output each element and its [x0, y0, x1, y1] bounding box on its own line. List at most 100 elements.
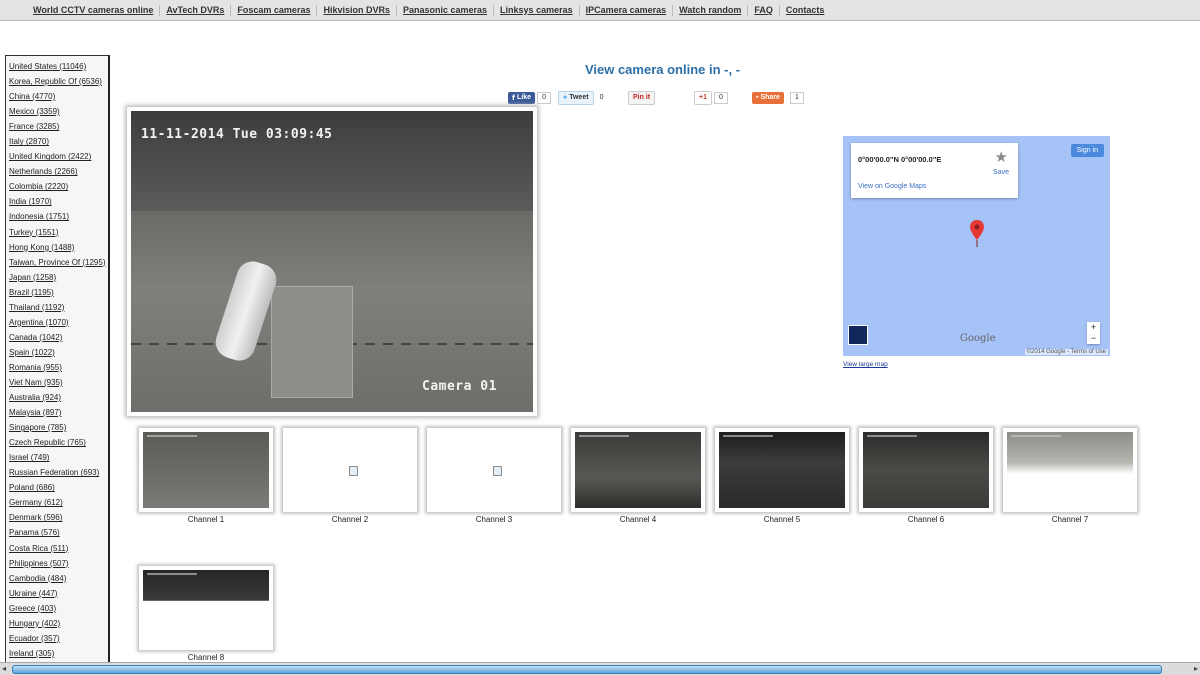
nav-foscam[interactable]: Foscam cameras [231, 4, 318, 16]
map-sign-in-button[interactable]: Sign in [1070, 144, 1104, 157]
country-link[interactable]: United Kingdom (2422) [9, 149, 108, 164]
channel-thumbnail[interactable]: Channel 1 [139, 428, 273, 524]
map-coordinates: 0°00'00.0"N 0°00'00.0"E [858, 155, 942, 164]
country-link[interactable]: Costa Rica (511) [9, 541, 108, 556]
scroll-right-arrow-icon[interactable]: ▸ [1194, 664, 1198, 673]
share-label: Share [760, 94, 780, 101]
facebook-like-count: 0 [537, 91, 551, 104]
nav-avtech[interactable]: AvTech DVRs [160, 4, 232, 16]
country-link[interactable]: Romania (955) [9, 360, 108, 375]
nav-contacts[interactable]: Contacts [780, 5, 831, 16]
map-pin-icon[interactable] [970, 220, 984, 253]
country-link[interactable]: Ukraine (447) [9, 586, 108, 601]
scroll-left-arrow-icon[interactable]: ◂ [2, 664, 6, 673]
channel-label: Channel 1 [187, 515, 225, 524]
map-save-link[interactable]: Save [993, 169, 1009, 176]
country-link[interactable]: United States (11046) [9, 59, 108, 74]
broken-image-icon [349, 466, 358, 476]
channel-thumbnail[interactable]: Channel 6 [859, 428, 993, 524]
channel-thumbnail-image [719, 432, 845, 508]
nav-hikvision[interactable]: Hikvision DVRs [317, 4, 397, 16]
country-link[interactable]: Spain (1022) [9, 345, 108, 360]
scrollbar-thumb[interactable] [12, 665, 1162, 674]
country-link[interactable]: Hong Kong (1488) [9, 240, 108, 255]
facebook-like[interactable]: f Like 0 [508, 91, 551, 104]
channel-thumbnail[interactable]: Channel 7 [1003, 428, 1137, 524]
country-link[interactable]: Denmark (596) [9, 510, 108, 525]
country-link[interactable]: Poland (686) [9, 480, 108, 495]
channel-thumbnail[interactable]: Channel 2 [283, 428, 417, 524]
nav-linksys[interactable]: Linksys cameras [494, 4, 580, 16]
country-link[interactable]: Turkey (1551) [9, 225, 108, 240]
zoom-in-button[interactable]: + [1087, 322, 1100, 333]
facebook-like-button[interactable]: f Like [508, 91, 536, 104]
tweet-count: 0 [595, 92, 608, 103]
twitter-tweet[interactable]: ● Tweet 0 [558, 90, 608, 105]
country-link[interactable]: Philippines (507) [9, 556, 108, 571]
country-link[interactable]: Malaysia (897) [9, 405, 108, 420]
google-map[interactable]: 0°00'00.0"N 0°00'00.0"E View on Google M… [843, 136, 1110, 356]
country-link[interactable]: Brazil (1195) [9, 285, 108, 300]
nav-world-cctv[interactable]: World CCTV cameras online [27, 4, 161, 16]
pin-it-button[interactable]: Pin it [628, 90, 656, 105]
nav-ipcamera[interactable]: IPCamera cameras [580, 4, 674, 16]
pinterest-pin[interactable]: Pin it [628, 90, 656, 105]
country-link[interactable]: Mexico (3359) [9, 104, 108, 119]
country-link[interactable]: Czech Republic (765) [9, 435, 108, 450]
country-link[interactable]: Colombia (2220) [9, 179, 108, 194]
tweet-button[interactable]: ● Tweet [558, 90, 594, 105]
country-link[interactable]: Ireland (305) [9, 646, 108, 661]
horizontal-scrollbar[interactable]: ◂ ▸ [0, 662, 1200, 675]
google-plus-one[interactable]: +1 0 [694, 90, 728, 105]
map-satellite-toggle[interactable] [848, 325, 868, 345]
nav-panasonic[interactable]: Panasonic cameras [397, 4, 495, 16]
share-widget[interactable]: ▪ Share 1 [752, 91, 804, 104]
country-link[interactable]: Netherlands (2266) [9, 164, 108, 179]
country-link[interactable]: Russian Federation (693) [9, 465, 108, 480]
country-link[interactable]: Korea, Republic Of (6536) [9, 74, 108, 89]
country-link[interactable]: Indonesia (1751) [9, 209, 108, 224]
country-link[interactable]: Argentina (1070) [9, 315, 108, 330]
country-link[interactable]: Hungary (402) [9, 616, 108, 631]
view-large-map-link[interactable]: View large map [843, 361, 888, 368]
nav-watch-random[interactable]: Watch random [673, 4, 749, 16]
country-link[interactable]: Greece (403) [9, 601, 108, 616]
star-icon[interactable]: ★ [995, 148, 1008, 166]
broken-image-icon [493, 466, 502, 476]
country-link[interactable]: France (3285) [9, 119, 108, 134]
channel-label: Channel 7 [1051, 515, 1089, 524]
country-link[interactable]: China (4770) [9, 89, 108, 104]
thumbnail-osd-timestamp [579, 435, 629, 437]
channel-thumbnail[interactable]: Channel 3 [427, 428, 561, 524]
channel-thumbnail[interactable]: Channel 8 [139, 566, 273, 662]
country-link[interactable]: Viet Nam (935) [9, 375, 108, 390]
country-link[interactable]: Thailand (1192) [9, 300, 108, 315]
zoom-out-button[interactable]: − [1087, 333, 1100, 344]
country-link[interactable]: India (1970) [9, 194, 108, 209]
country-link[interactable]: Ecuador (357) [9, 631, 108, 646]
channel-thumbnail[interactable]: Channel 4 [571, 428, 705, 524]
thumbnail-osd-timestamp [147, 573, 197, 575]
channel-thumbnail-image [575, 432, 701, 508]
google-plus-button[interactable]: +1 [694, 90, 712, 105]
country-link[interactable]: Taiwan, Province Of (1295) [9, 255, 108, 270]
country-link[interactable]: Panama (576) [9, 525, 108, 540]
channel-thumbnail[interactable]: Channel 5 [715, 428, 849, 524]
nav-faq[interactable]: FAQ [748, 4, 780, 16]
main-camera-view[interactable]: 11-11-2014 Tue 03:09:45 Camera 01 [127, 107, 537, 416]
view-on-google-maps-link[interactable]: View on Google Maps [858, 183, 926, 190]
country-link[interactable]: Japan (1258) [9, 270, 108, 285]
feed-wall [131, 111, 533, 211]
country-link[interactable]: Cambodia (484) [9, 571, 108, 586]
country-link[interactable]: Germany (612) [9, 495, 108, 510]
country-link[interactable]: Italy (2870) [9, 134, 108, 149]
camera-feed-image: 11-11-2014 Tue 03:09:45 Camera 01 [131, 111, 533, 412]
country-link[interactable]: Canada (1042) [9, 330, 108, 345]
country-link[interactable]: Australia (924) [9, 390, 108, 405]
google-plus-label: +1 [699, 94, 707, 101]
google-logo: Google [960, 333, 996, 344]
channel-thumbnail-image [143, 432, 269, 508]
country-link[interactable]: Singapore (785) [9, 420, 108, 435]
share-button[interactable]: ▪ Share [752, 91, 784, 104]
country-link[interactable]: Israel (749) [9, 450, 108, 465]
